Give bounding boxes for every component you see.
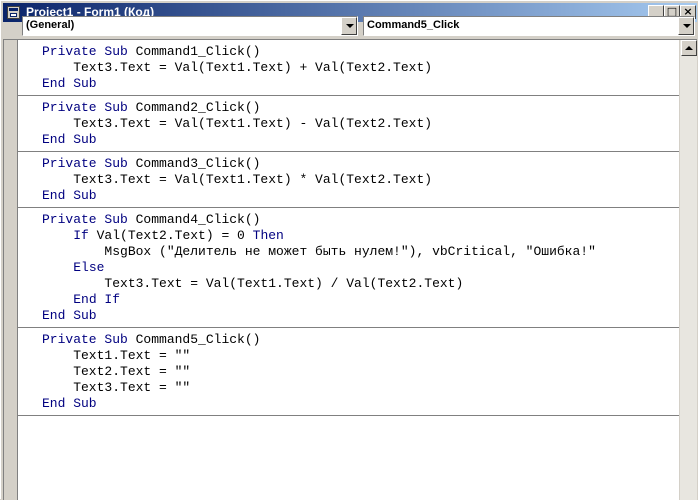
margin-indicator-bar[interactable] bbox=[4, 40, 18, 500]
procedure-block: Private Sub Command3_Click() Text3.Text … bbox=[18, 152, 679, 208]
code-keyword: End Sub bbox=[42, 396, 97, 411]
code-text: Val(Text2.Text) = 0 bbox=[88, 228, 253, 243]
code-line[interactable]: Text3.Text = "" bbox=[18, 380, 679, 396]
code-keyword: Else bbox=[73, 260, 105, 275]
code-keyword: End If bbox=[73, 292, 121, 307]
code-text: Command1_Click() bbox=[127, 44, 261, 59]
code-line[interactable]: Text2.Text = "" bbox=[18, 364, 679, 380]
code-text: Text1.Text = "" bbox=[42, 348, 191, 363]
procedure-dropdown[interactable]: Command5_Click bbox=[363, 16, 695, 36]
code-line[interactable]: Else bbox=[18, 260, 679, 276]
code-text: Command4_Click() bbox=[127, 212, 261, 227]
code-keyword: Then bbox=[252, 228, 284, 243]
code-window: Project1 - Form1 (Код) _ □ × (General) C… bbox=[0, 0, 698, 500]
code-line[interactable]: MsgBox ("Делитель не может быть нулем!")… bbox=[18, 244, 679, 260]
chevron-down-icon[interactable] bbox=[678, 17, 694, 35]
code-text: Text3.Text = Val(Text1.Text) - Val(Text2… bbox=[42, 116, 433, 131]
code-line[interactable]: End Sub bbox=[18, 188, 679, 204]
code-text: Text3.Text = Val(Text1.Text) * Val(Text2… bbox=[42, 172, 433, 187]
code-text: Text3.Text = "" bbox=[42, 380, 191, 395]
code-line[interactable]: End Sub bbox=[18, 308, 679, 324]
code-line[interactable]: Private Sub Command4_Click() bbox=[18, 212, 679, 228]
code-line[interactable]: Text3.Text = Val(Text1.Text) - Val(Text2… bbox=[18, 116, 679, 132]
code-line[interactable]: If Val(Text2.Text) = 0 Then bbox=[18, 228, 679, 244]
code-line[interactable]: Private Sub Command5_Click() bbox=[18, 332, 679, 348]
code-window-icon[interactable] bbox=[7, 6, 20, 19]
procedure-block: Private Sub Command2_Click() Text3.Text … bbox=[18, 96, 679, 152]
code-area[interactable]: Private Sub Command1_Click() Text3.Text … bbox=[18, 40, 679, 500]
chevron-down-icon[interactable] bbox=[341, 17, 357, 35]
vertical-scrollbar[interactable] bbox=[679, 40, 697, 500]
code-editor[interactable]: Private Sub Command1_Click() Text3.Text … bbox=[3, 39, 697, 500]
procedure-block: Private Sub Command4_Click() If Val(Text… bbox=[18, 208, 679, 328]
procedure-block: Private Sub Command1_Click() Text3.Text … bbox=[18, 40, 679, 96]
object-dropdown-value: (General) bbox=[26, 19, 75, 31]
code-text: Command5_Click() bbox=[127, 332, 261, 347]
code-line[interactable]: End Sub bbox=[18, 396, 679, 412]
code-keyword: End Sub bbox=[42, 188, 97, 203]
code-line[interactable]: Text1.Text = "" bbox=[18, 348, 679, 364]
code-keyword: If bbox=[73, 228, 89, 243]
code-text: Command3_Click() bbox=[127, 156, 261, 171]
code-line[interactable]: End Sub bbox=[18, 76, 679, 92]
code-keyword: Private Sub bbox=[42, 44, 128, 59]
code-line[interactable]: Private Sub Command3_Click() bbox=[18, 156, 679, 172]
code-line[interactable]: End Sub bbox=[18, 132, 679, 148]
code-keyword: Private Sub bbox=[42, 212, 128, 227]
code-text: Text2.Text = "" bbox=[42, 364, 191, 379]
code-keyword: Private Sub bbox=[42, 332, 128, 347]
code-line[interactable]: Text3.Text = Val(Text1.Text) * Val(Text2… bbox=[18, 172, 679, 188]
code-keyword: Private Sub bbox=[42, 100, 128, 115]
code-keyword: End Sub bbox=[42, 308, 97, 323]
code-line[interactable]: Text3.Text = Val(Text1.Text) / Val(Text2… bbox=[18, 276, 679, 292]
code-line[interactable]: Private Sub Command1_Click() bbox=[18, 44, 679, 60]
procedure-dropdown-value: Command5_Click bbox=[367, 19, 460, 31]
code-line[interactable]: Private Sub Command2_Click() bbox=[18, 100, 679, 116]
object-dropdown[interactable]: (General) bbox=[22, 16, 358, 36]
code-keyword: End Sub bbox=[42, 76, 97, 91]
code-keyword: End Sub bbox=[42, 132, 97, 147]
code-line[interactable]: Text3.Text = Val(Text1.Text) + Val(Text2… bbox=[18, 60, 679, 76]
code-line[interactable]: End If bbox=[18, 292, 679, 308]
code-text: Text3.Text = Val(Text1.Text) / Val(Text2… bbox=[42, 276, 464, 291]
procedure-block: Private Sub Command5_Click() Text1.Text … bbox=[18, 328, 679, 416]
code-text: Text3.Text = Val(Text1.Text) + Val(Text2… bbox=[42, 60, 433, 75]
scroll-up-button[interactable] bbox=[681, 40, 697, 56]
code-text: MsgBox ("Делитель не может быть нулем!")… bbox=[42, 244, 596, 259]
code-text: Command2_Click() bbox=[127, 100, 261, 115]
code-keyword: Private Sub bbox=[42, 156, 128, 171]
